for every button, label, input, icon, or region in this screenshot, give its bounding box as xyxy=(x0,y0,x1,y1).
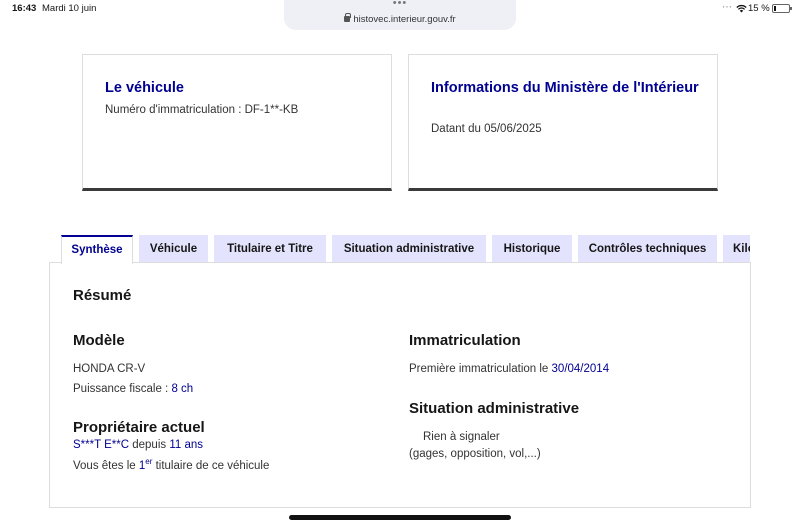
first-registration-date: 30/04/2014 xyxy=(551,363,610,375)
owner-heading: Propriétaire actuel xyxy=(73,419,205,436)
owner-rank-line: Vous êtes le 1er titulaire de ce véhicul… xyxy=(73,457,269,472)
ministry-card-title: Informations du Ministère de l'Intérieur xyxy=(431,80,699,96)
battery-percent: 15 % xyxy=(748,3,770,14)
tab-synthese[interactable]: Synthèse xyxy=(61,235,133,264)
owner-since-label: depuis xyxy=(132,439,167,451)
tab-titulaire-et-titre[interactable]: Titulaire et Titre xyxy=(214,235,326,263)
first-registration: Première immatriculation le 30/04/2014 xyxy=(409,363,609,375)
model-heading: Modèle xyxy=(73,332,125,349)
url-display[interactable]: histovec.interieur.gouv.fr xyxy=(284,13,516,25)
url-text: histovec.interieur.gouv.fr xyxy=(353,14,456,25)
vehicle-card-title: Le véhicule xyxy=(105,80,184,96)
tab-kilometrage[interactable]: Kilométrage xyxy=(723,235,750,263)
owner-since-value: 11 ans xyxy=(169,439,204,451)
ministry-date: Datant du 05/06/2025 xyxy=(431,123,542,135)
synthese-panel: Résumé Modèle HONDA CR-V Puissance fisca… xyxy=(49,262,751,508)
fiscal-power-value: 8 ch xyxy=(171,383,194,395)
fiscal-power: Puissance fiscale : 8 ch xyxy=(73,383,193,395)
tab-controles-techniques[interactable]: Contrôles techniques xyxy=(578,235,717,263)
owner-rank-prefix: Vous êtes le xyxy=(73,460,136,472)
more-dots-icon[interactable]: ••• xyxy=(284,0,516,9)
fiscal-power-label: Puissance fiscale : xyxy=(73,383,169,395)
tab-situation-administrative[interactable]: Situation administrative xyxy=(332,235,486,263)
registration-heading: Immatriculation xyxy=(409,332,521,349)
summary-title: Résumé xyxy=(73,287,132,304)
status-dots-icon: ⋯ xyxy=(722,2,732,13)
battery-icon xyxy=(772,4,792,13)
clock: 16:43 xyxy=(12,3,37,14)
owner-rank-suffix: titulaire de ce véhicule xyxy=(155,460,270,472)
admin-status: Rien à signaler xyxy=(423,431,500,443)
ministry-card: Informations du Ministère de l'Intérieur… xyxy=(408,54,718,191)
owner-name: S***T E**C xyxy=(73,439,130,451)
status-bar: 16:43 Mardi 10 juin ••• histovec.interie… xyxy=(0,0,800,30)
home-indicator[interactable] xyxy=(289,515,511,520)
model-name: HONDA CR-V xyxy=(73,363,146,375)
lock-icon xyxy=(344,13,352,22)
admin-note: (gages, opposition, vol,...) xyxy=(409,448,541,460)
tab-vehicule[interactable]: Véhicule xyxy=(139,235,208,263)
vehicle-card: Le véhicule Numéro d'immatriculation : D… xyxy=(82,54,392,191)
owner-rank-sup: er xyxy=(145,457,153,466)
wifi-icon xyxy=(736,4,747,15)
admin-heading: Situation administrative xyxy=(409,400,580,417)
date: Mardi 10 juin xyxy=(42,3,97,14)
tab-historique[interactable]: Historique xyxy=(492,235,572,263)
address-bar[interactable]: ••• histovec.interieur.gouv.fr xyxy=(284,0,516,30)
battery-fill xyxy=(774,6,777,11)
plate-number: Numéro d'immatriculation : DF-1**-KB xyxy=(105,104,299,116)
owner-line: S***T E**C depuis 11 ans xyxy=(73,439,203,451)
first-registration-label: Première immatriculation le xyxy=(409,363,549,375)
